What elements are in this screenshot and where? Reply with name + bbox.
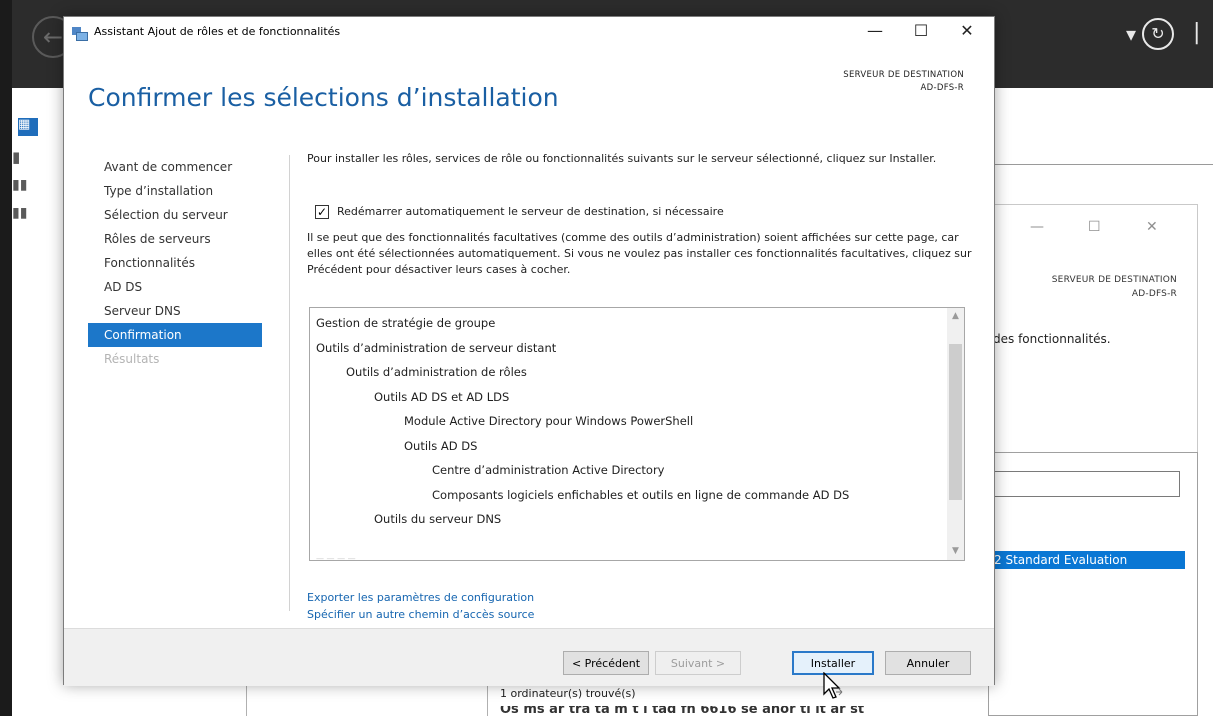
feature-list-item: Outils d’administration de serveur dista…	[316, 340, 557, 355]
window-title: Assistant Ajout de rôles et de fonctionn…	[94, 25, 341, 38]
destination-server-label: SERVEUR DE DESTINATION AD-DFS-R	[1051, 275, 1177, 299]
cancel-button[interactable]: Annuler	[885, 651, 971, 675]
restart-checkbox-label[interactable]: Redémarrer automatiquement le serveur de…	[337, 205, 724, 219]
destination-server-label: SERVEUR DE DESTINATION AD-DFS-R	[843, 69, 964, 95]
bg-separator	[995, 164, 1213, 165]
feature-list-item: Outils d’administration de rôles	[346, 365, 527, 379]
destination-server-name: AD-DFS-R	[920, 83, 964, 93]
features-list[interactable]: ▲ ▼ — — — — Gestion de stratégie de grou…	[309, 307, 965, 561]
add-roles-wizard-window: Assistant Ajout de rôles et de fonctionn…	[63, 16, 995, 686]
destination-label: SERVEUR DE DESTINATION	[843, 70, 964, 80]
refresh-icon[interactable]: ↻	[1142, 18, 1174, 50]
wizard-step[interactable]: Avant de commencer	[88, 155, 262, 179]
confirmation-content: Pour installer les rôles, services de rô…	[307, 151, 977, 621]
close-icon[interactable]: ✕	[952, 21, 982, 40]
local-server-icon[interactable]: ▮	[12, 150, 20, 165]
wizard-step[interactable]: Fonctionnalités	[88, 251, 262, 275]
maximize-icon: ☐	[1088, 219, 1101, 235]
scrollbar-thumb[interactable]	[949, 344, 962, 500]
page-title: Confirmer les sélections d’installation	[88, 83, 559, 112]
next-button[interactable]: Suivant >	[655, 651, 741, 675]
computer-count-text: 1 ordinateur(s) trouvé(s)	[500, 687, 636, 700]
close-icon: ✕	[1146, 219, 1158, 235]
bg-separator	[487, 684, 488, 716]
wizard-titlebar[interactable]: Assistant Ajout de rôles et de fonctionn…	[64, 17, 994, 51]
export-settings-link[interactable]: Exporter les paramètres de configuration	[307, 591, 534, 604]
feature-list-item: Gestion de stratégie de groupe	[316, 316, 496, 330]
minimize-icon: —	[1030, 219, 1044, 235]
bg-separator	[246, 684, 247, 716]
restart-checkbox[interactable]: ✓	[315, 205, 329, 219]
feature-list-item: Module Active Directory pour Windows Pow…	[404, 414, 694, 428]
list-item-partial: — — — —	[316, 554, 356, 561]
scroll-down-icon[interactable]: ▼	[947, 543, 964, 560]
wizard-step: Résultats	[104, 352, 160, 366]
maximize-icon[interactable]: ☐	[906, 21, 936, 40]
wizard-step[interactable]: Serveur DNS	[88, 299, 262, 323]
scroll-up-icon[interactable]: ▲	[947, 308, 964, 325]
wizard-step[interactable]: Confirmation	[88, 323, 262, 347]
feature-list-item: Outils AD DS et AD LDS	[374, 389, 510, 404]
background-text-fragment: des fonctionnalités.	[993, 332, 1111, 346]
feature-list-item: Outils du serveur DNS	[374, 512, 502, 526]
wizard-step[interactable]: Rôles de serveurs	[88, 227, 262, 251]
background-clipped-text: Os ms ar tra ta m t l tad fn 6616 se ano…	[500, 706, 865, 716]
wizard-steps-nav: Avant de commencer Type d’installation Sél…	[88, 155, 262, 371]
dashboard-icon[interactable]: ▦	[18, 118, 38, 136]
feature-list-item: Composants logiciels enfichables et outi…	[432, 487, 850, 502]
wizard-step[interactable]: Sélection du serveur	[88, 203, 262, 227]
desktop-edge	[0, 0, 12, 716]
minimize-icon[interactable]: —	[860, 21, 890, 40]
intro-text: Pour installer les rôles, services de rô…	[307, 152, 937, 165]
feature-list-item: Centre d’administration Active Directory	[432, 463, 665, 477]
wizard-step[interactable]: AD DS	[88, 275, 262, 299]
toolbar-separator: |	[1193, 20, 1201, 45]
previous-button[interactable]: < Précédent	[563, 651, 649, 675]
wizard-step[interactable]: Type d’installation	[88, 179, 262, 203]
background-selected-row[interactable]: 2 Standard Evaluation	[988, 551, 1185, 569]
alternate-source-link[interactable]: Spécifier un autre chemin d’accès source	[307, 608, 534, 621]
features-list-scrollbar[interactable]: ▲ ▼	[947, 308, 964, 560]
nav-divider	[289, 155, 290, 611]
mouse-pointer-icon	[823, 672, 843, 699]
file-services-icon[interactable]: ▮▮	[12, 206, 27, 220]
feature-list-item: Outils AD DS	[404, 438, 478, 453]
optional-features-text: Il se peut que des fonctionnalités facul…	[307, 231, 972, 276]
server-manager-app-icon	[72, 27, 88, 41]
dropdown-arrow-icon[interactable]: ▾	[1126, 22, 1136, 46]
wizard-footer: < Précédent Suivant > Installer Annuler	[64, 628, 994, 686]
background-filter-input[interactable]	[994, 471, 1180, 497]
all-servers-icon[interactable]: ▮▮	[12, 178, 27, 192]
